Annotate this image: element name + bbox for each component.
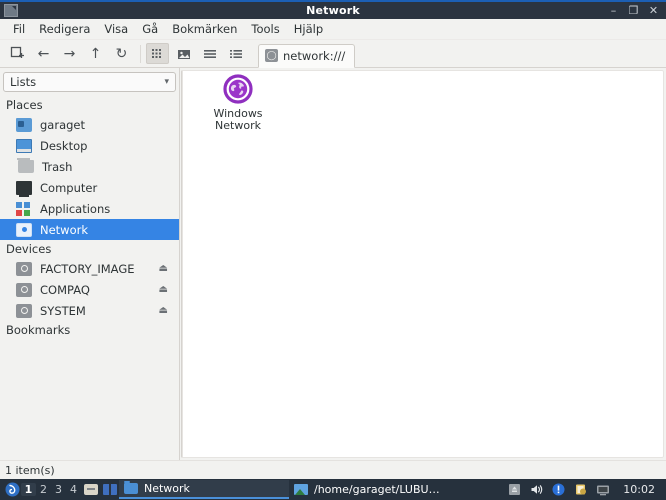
text-editor-launcher-icon[interactable] [100,484,119,495]
sidebar-item-network[interactable]: Network [0,219,179,240]
file-item-label-line2: Network [215,119,261,132]
sidebar-item-desktop[interactable]: Desktop [0,135,179,156]
window-titlebar: Network – ❐ ✕ [0,0,666,19]
network-icon [16,222,32,237]
toolbar-separator [140,44,141,63]
thumbnail-view-icon[interactable] [172,43,195,64]
sidebar-item-label: SYSTEM [40,303,86,318]
tab-label: network:/// [283,48,346,63]
chevron-down-icon: ▾ [164,77,169,87]
sidebar-item-factory-image[interactable]: FACTORY_IMAGE ⏏ [0,258,179,279]
menu-tools[interactable]: Tools [244,20,286,38]
status-bar: 1 item(s) [0,460,666,479]
forward-icon[interactable]: → [57,43,82,65]
status-text: 1 item(s) [5,463,55,477]
menu-visa[interactable]: Visa [97,20,135,38]
grid-view-icon[interactable] [146,43,169,64]
file-item-windows-network[interactable]: Windows Network [202,74,274,132]
computer-icon [16,180,32,197]
drive-icon [16,261,32,276]
task-button-label: /home/garaget/LUBU… [314,483,440,496]
eject-icon[interactable]: ⏏ [159,263,168,274]
sidebar-view-select[interactable]: Lists ▾ [3,72,176,92]
tab-network-icon: ◯ [265,49,278,62]
sidebar-item-compaq[interactable]: COMPAQ ⏏ [0,279,179,300]
eject-icon[interactable]: ⏏ [159,284,168,295]
sidebar-view-select-value: Lists [10,75,37,89]
sidebar-item-label: Desktop [40,138,88,153]
sidebar-item-label: garaget [40,117,86,132]
minimize-button[interactable]: – [608,5,619,16]
close-button[interactable]: ✕ [648,5,659,16]
task-button-label: Network [144,482,190,495]
taskbar: 1 2 3 4 Network /home/garaget/LUBU… 10:0… [0,479,666,500]
volume-icon[interactable] [529,483,544,497]
main-body: Lists ▾ Places garaget Desktop Trash Com… [0,68,666,460]
eject-icon[interactable]: ⏏ [159,305,168,316]
drive-icon [16,282,32,297]
sidebar-group-places: Places [6,98,43,112]
desktop-1-button[interactable]: 1 [21,483,36,496]
clipboard-icon[interactable] [573,483,588,497]
sidebar-group-devices: Devices [6,242,52,256]
tab-network[interactable]: ◯ network:/// [258,43,356,68]
sidebar-item-label: COMPAQ [40,282,90,297]
view-mode-group [146,43,250,64]
menu-bar: Fil Redigera Visa Gå Bokmärken Tools Hjä… [0,19,666,40]
desktop-4-button[interactable]: 4 [66,483,81,496]
menu-redigera[interactable]: Redigera [32,20,97,38]
detailed-list-view-icon[interactable] [224,43,247,64]
clock[interactable]: 10:02 [623,483,658,496]
sidebar-item-label: FACTORY_IMAGE [40,261,135,276]
file-list-view[interactable]: Windows Network [181,70,664,458]
compact-view-icon[interactable] [198,43,221,64]
sidebar-item-computer[interactable]: Computer [0,177,179,198]
toolbar: ← → ↑ ↻ ◯ network:/// [0,40,666,68]
window-controls: – ❐ ✕ [608,5,666,16]
folder-icon [16,117,32,132]
menu-hjalp[interactable]: Hjälp [287,20,330,38]
system-tray: 10:02 [507,483,662,497]
sidebar-item-label: Computer [40,180,98,195]
applications-icon [16,201,32,216]
image-viewer-icon [294,484,308,495]
sidebar-group-bookmarks: Bookmarks [6,323,71,337]
sidebar-item-trash[interactable]: Trash [0,156,179,177]
trash-icon [17,158,34,173]
desktop-2-button[interactable]: 2 [36,483,51,496]
sidebar-item-label: Applications [40,201,111,216]
drive-icon [16,303,32,318]
window-title: Network [306,4,360,17]
sidebar-item-system[interactable]: SYSTEM ⏏ [0,300,179,321]
network-monitor-icon[interactable] [595,483,610,497]
folder-icon [124,481,138,494]
maximize-button[interactable]: ❐ [628,5,639,16]
up-icon[interactable]: ↑ [83,43,108,65]
sidebar-item-garaget[interactable]: garaget [0,114,179,135]
new-tab-icon[interactable] [5,43,30,65]
tab-strip: ◯ network:/// [258,40,356,68]
desktop-root: Network – ❐ ✕ Fil Redigera Visa Gå Bokmä… [0,0,666,500]
back-icon[interactable]: ← [31,43,56,65]
keyboard-layout-icon[interactable] [507,483,522,497]
reload-icon[interactable]: ↻ [109,43,134,65]
sidebar: Lists ▾ Places garaget Desktop Trash Com… [0,68,180,460]
desktop-icon [16,138,32,153]
task-button-network[interactable]: Network [119,480,289,499]
menu-ga[interactable]: Gå [135,20,165,38]
menu-bokmarken[interactable]: Bokmärken [165,20,244,38]
file-manager-launcher-icon[interactable] [81,484,100,495]
sidebar-item-label: Trash [42,159,73,174]
sidebar-item-applications[interactable]: Applications [0,198,179,219]
menu-fil[interactable]: Fil [6,20,32,38]
sidebar-item-label: Network [40,222,89,237]
windows-network-globe-icon [223,74,253,104]
update-notifier-icon[interactable] [551,483,566,497]
task-button-home-lubu[interactable]: /home/garaget/LUBU… [289,480,459,499]
lubuntu-start-icon[interactable] [4,481,21,498]
desktop-3-button[interactable]: 3 [51,483,66,496]
